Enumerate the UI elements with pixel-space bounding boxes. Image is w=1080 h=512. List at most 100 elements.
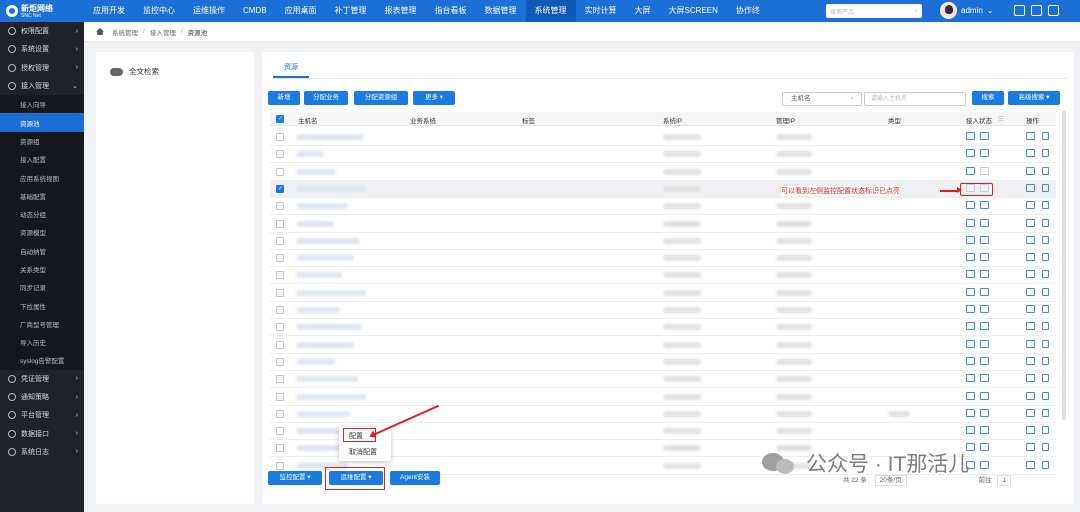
monitor-status-icon[interactable] — [966, 270, 975, 279]
ops-status-icon[interactable] — [980, 235, 989, 244]
row-checkbox[interactable] — [276, 375, 284, 384]
breadcrumb-item[interactable]: 接入管理 — [150, 27, 176, 37]
new-button[interactable]: 新增 — [268, 91, 300, 105]
row-checkbox[interactable] — [276, 357, 284, 366]
edit-icon[interactable] — [1026, 322, 1035, 331]
delete-icon[interactable] — [1042, 166, 1049, 175]
row-checkbox[interactable] — [276, 444, 284, 453]
delete-icon[interactable] — [1042, 322, 1049, 331]
row-checkbox[interactable] — [276, 219, 284, 228]
topnav-item[interactable]: 应用开发 — [84, 0, 134, 22]
edit-icon[interactable] — [1026, 201, 1035, 210]
monitor-status-icon[interactable] — [966, 201, 975, 210]
edit-icon[interactable] — [1026, 235, 1035, 244]
edit-icon[interactable] — [1026, 287, 1035, 296]
edit-icon[interactable] — [1026, 183, 1035, 192]
monitor-status-icon[interactable] — [966, 374, 975, 383]
host-field-select[interactable]: 主机名 — [782, 92, 862, 106]
goto-page-input[interactable]: 1 — [997, 475, 1011, 486]
row-checkbox[interactable] — [276, 340, 284, 349]
row-checkbox[interactable] — [276, 461, 284, 470]
delete-icon[interactable] — [1042, 253, 1049, 262]
table-row[interactable] — [270, 250, 1056, 268]
edit-icon[interactable] — [1026, 305, 1035, 313]
table-row[interactable] — [270, 337, 1056, 354]
hostname-input[interactable]: 请输入主机名 — [864, 92, 966, 106]
col-type[interactable]: 类型 — [888, 115, 901, 125]
edit-icon[interactable] — [1026, 218, 1035, 227]
breadcrumb-item[interactable]: 系统管理 — [112, 27, 138, 37]
row-checkbox[interactable] — [276, 323, 284, 332]
delete-icon[interactable] — [1042, 149, 1049, 158]
filter-icon[interactable]: ☰ — [998, 115, 1004, 123]
topnav-item[interactable]: 运维操作 — [184, 0, 234, 22]
sidebar-item[interactable]: 自动纳管 — [0, 241, 84, 260]
sidebar-item[interactable]: 下拉属性 — [0, 296, 84, 315]
agent-install-button[interactable]: Agent安装 — [390, 471, 440, 485]
monitor-status-icon[interactable] — [966, 408, 975, 417]
row-checkbox[interactable] — [276, 167, 284, 176]
hostname-redacted[interactable] — [296, 393, 366, 400]
sidebar-item[interactable]: 接入配置 — [0, 150, 84, 169]
row-checkbox[interactable] — [276, 409, 284, 418]
ops-status-icon[interactable] — [980, 218, 989, 227]
product-search-input[interactable]: 搜索产品 ⌕ — [826, 4, 922, 18]
sidebar-item[interactable]: 导入历史 — [0, 333, 84, 352]
table-row[interactable] — [270, 216, 1056, 233]
row-checkbox[interactable] — [276, 236, 284, 245]
table-row[interactable] — [270, 180, 1056, 198]
row-checkbox[interactable] — [276, 427, 284, 436]
delete-icon[interactable] — [1042, 356, 1049, 365]
ops-status-icon[interactable] — [980, 374, 989, 383]
hostname-redacted[interactable] — [296, 376, 358, 383]
col-hostname[interactable]: 主机名 — [298, 115, 318, 125]
table-row[interactable] — [270, 371, 1056, 389]
ops-status-icon[interactable] — [980, 339, 989, 348]
sidebar-item[interactable]: syslog告警配置 — [0, 351, 84, 370]
hostname-redacted[interactable] — [296, 203, 348, 210]
hostname-redacted[interactable] — [296, 168, 336, 175]
ops-status-icon[interactable] — [980, 132, 989, 140]
ops-status-icon[interactable] — [980, 253, 989, 262]
delete-icon[interactable] — [1042, 218, 1049, 227]
topnav-item[interactable]: 报表管理 — [376, 0, 426, 22]
ops-status-icon[interactable] — [980, 166, 989, 175]
topnav-item[interactable]: 应用桌面 — [276, 0, 326, 22]
monitor-status-icon[interactable] — [966, 235, 975, 244]
layout-icon[interactable] — [1031, 5, 1042, 16]
search-button[interactable]: 搜索 — [972, 91, 1004, 105]
delete-icon[interactable] — [1042, 132, 1049, 140]
delete-icon[interactable] — [1042, 426, 1049, 435]
row-checkbox[interactable] — [276, 133, 284, 141]
delete-icon[interactable] — [1042, 443, 1049, 452]
hostname-redacted[interactable] — [296, 151, 324, 158]
sidebar-item[interactable]: 基础配置 — [0, 186, 84, 205]
edit-icon[interactable] — [1026, 460, 1035, 469]
col-manage-ip[interactable]: 管理IP — [776, 115, 795, 125]
monitor-status-icon[interactable] — [966, 218, 975, 227]
ops-status-icon[interactable] — [980, 408, 989, 417]
col-system-ip[interactable]: 系统IP — [663, 115, 682, 125]
sidebar-item[interactable]: 资源池 — [0, 113, 84, 132]
sidebar-item[interactable]: 数据接口 › — [0, 425, 84, 443]
row-checkbox[interactable] — [276, 184, 284, 193]
row-checkbox[interactable] — [276, 150, 284, 159]
hostname-redacted[interactable] — [296, 307, 340, 313]
delete-icon[interactable] — [1042, 408, 1049, 417]
hostname-redacted[interactable] — [296, 220, 334, 227]
edit-icon[interactable] — [1026, 391, 1035, 400]
more-button[interactable]: 更多 ▾ — [413, 91, 455, 105]
save-icon[interactable] — [1014, 5, 1025, 16]
table-row[interactable] — [270, 267, 1056, 285]
topnav-item[interactable]: 数据管理 — [476, 0, 526, 22]
hostname-redacted[interactable] — [296, 324, 362, 331]
topnav-item[interactable]: 协作终 — [727, 0, 769, 22]
delete-icon[interactable] — [1042, 305, 1049, 313]
hostname-redacted[interactable] — [296, 358, 336, 365]
edit-icon[interactable] — [1026, 408, 1035, 417]
monitor-status-icon[interactable] — [966, 339, 975, 348]
col-access-status[interactable]: 接入状态 — [966, 115, 992, 125]
table-row[interactable] — [270, 198, 1056, 216]
ops-status-icon[interactable] — [980, 356, 989, 365]
sidebar-item[interactable]: 动态分组 — [0, 204, 84, 224]
